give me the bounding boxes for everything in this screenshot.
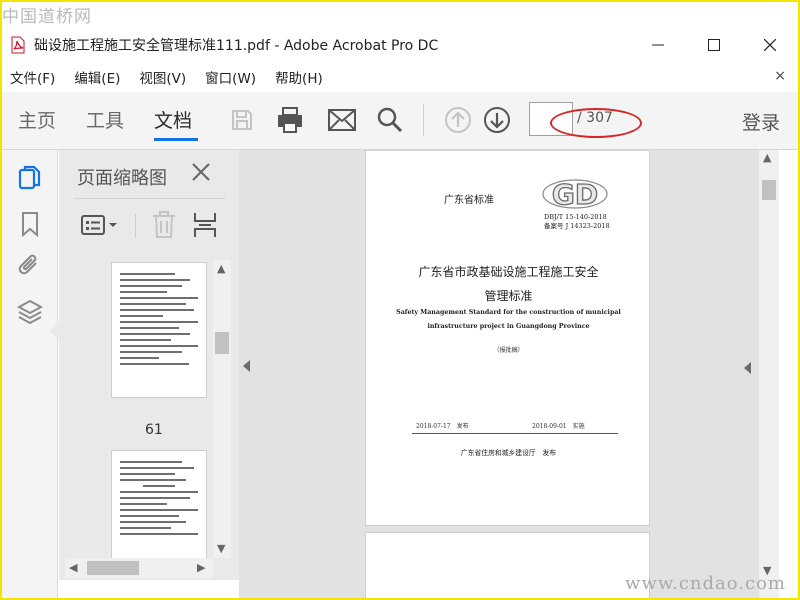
scroll-up-icon[interactable]: ▲ [763,151,771,164]
app-window: 中国道桥网 础设施工程施工安全管理标准111.pdf - Adobe Acrob… [2,2,798,598]
close-icon [192,163,210,181]
collapse-left-panel-icon[interactable] [243,360,250,372]
search-icon [377,107,403,133]
scroll-left-icon[interactable]: ◀ [69,561,77,574]
bookmarks-button[interactable] [16,210,44,238]
scroll-thumb[interactable] [762,180,776,200]
pdf-file-icon [10,36,26,54]
scroll-thumb[interactable] [215,332,229,354]
tab-tools[interactable]: 工具 [86,106,124,133]
next-page-button[interactable] [479,103,515,137]
email-button[interactable] [324,103,360,137]
print-button[interactable] [272,103,308,137]
page-thumbnails-button[interactable] [16,164,44,192]
english-title-line-2: infrastructure project in Guangdong Prov… [427,323,590,330]
find-button[interactable] [372,103,408,137]
active-panel-notch [50,322,59,340]
attachments-button[interactable] [16,252,44,280]
standard-code: DBJ/T 15-140-2018 备案号 J 14323-2018 [544,213,610,231]
publisher: 广东省住房和城乡建设厅 发布 [460,449,557,457]
thumbnail-panel: 页面缩略图 61 ▲ ▼ ◀ ▶ [59,150,239,580]
menu-close-button[interactable]: × [774,68,786,84]
insert-pages-button[interactable] [193,212,217,238]
close-panel-button[interactable] [191,162,211,186]
document-title-line-1: 广东省市政基础设施工程施工安全 [418,265,599,279]
window-title: 础设施工程施工安全管理标准111.pdf - Adobe Acrobat Pro… [34,38,439,54]
delete-pages-button[interactable] [151,211,177,238]
scroll-up-icon[interactable]: ▲ [217,262,225,275]
layers-icon [17,299,43,325]
collapse-right-panel-icon[interactable] [744,362,751,374]
thumbnail-vertical-scrollbar[interactable]: ▲ ▼ [213,260,231,558]
print-icon [278,107,302,133]
thumbnail-list [65,260,215,560]
save-button[interactable] [224,103,260,137]
arrow-down-icon [484,107,510,133]
minimize-button[interactable] [630,28,686,62]
options-menu-icon [81,215,117,235]
close-window-button[interactable] [742,28,798,62]
paperclip-icon [18,254,37,275]
highlight-ellipse [550,108,642,138]
main-toolbar: 主页 工具 文档 / 307 登录 [2,92,798,150]
maximize-button[interactable] [686,28,742,62]
effective-date: 2018-09-01 实施 [532,423,585,430]
scroll-right-icon[interactable]: ▶ [197,561,205,574]
thumbnail-page-number: 61 [145,422,163,438]
menu-help[interactable]: 帮助(H) [275,67,323,87]
layers-button[interactable] [16,298,44,326]
document-view: 广东省标准 GD DBJ/T 15-140-2018 备案号 J 14323-2… [239,150,779,598]
thumbnail-options-button[interactable] [81,212,119,238]
trash-icon [153,211,175,238]
left-rail [2,150,59,598]
watermark-bottom: www.cndao.com [625,573,786,594]
menu-file[interactable]: 文件(F) [10,67,55,87]
menu-edit[interactable]: 编辑(E) [74,67,120,87]
arrow-up-icon [445,107,471,133]
window-controls [630,28,798,62]
previous-page-button[interactable] [440,103,476,137]
save-icon [232,110,252,130]
menu-view[interactable]: 视图(V) [139,67,186,87]
document-vertical-scrollbar[interactable]: ▲ ▼ [759,150,779,598]
close-icon [764,39,776,51]
thumbnail-horizontal-scrollbar[interactable]: ◀ ▶ [65,558,213,578]
mail-icon [328,109,356,131]
toolbar-separator [423,104,424,136]
watermark-top: 中国道桥网 [2,7,92,27]
title-bar: 础设施工程施工安全管理标准111.pdf - Adobe Acrobat Pro… [2,28,798,62]
sign-in-button[interactable]: 登录 [742,108,780,135]
scroll-down-icon[interactable]: ▼ [217,542,225,555]
page-rule [412,433,618,434]
maximize-icon [708,39,720,51]
english-title-line-1: Safety Management Standard for the const… [396,309,621,316]
draft-label: （报批稿） [493,347,524,354]
tab-document[interactable]: 文档 [154,106,192,133]
panel-tool-separator [135,214,136,238]
panel-title: 页面缩略图 [77,168,167,189]
tab-home[interactable]: 主页 [18,106,56,133]
standard-code-line: DBJ/T 15-140-2018 [544,213,607,221]
pages-icon [18,165,41,190]
thumbnail-page-62[interactable] [111,450,207,560]
gd-logo: GD [542,177,608,215]
svg-text:GD: GD [552,178,598,211]
menu-bar: 文件(F) 编辑(E) 视图(V) 窗口(W) 帮助(H) × [2,66,798,88]
bookmark-icon [22,212,38,237]
minimize-icon [652,44,664,46]
thumbnail-page-61[interactable] [111,262,207,398]
scroll-thumb[interactable] [87,561,139,575]
insert-pages-icon [194,213,216,237]
document-title-line-2: 管理标准 [484,289,533,303]
pdf-page-next [365,532,650,598]
issue-date: 2018-07-17 发布 [416,423,469,430]
record-number-line: 备案号 J 14323-2018 [544,222,610,230]
standard-label: 广东省标准 [444,195,494,206]
panel-divider [75,198,225,199]
active-tab-indicator [154,138,198,141]
pdf-page: 广东省标准 GD DBJ/T 15-140-2018 备案号 J 14323-2… [365,150,650,526]
menu-window[interactable]: 窗口(W) [205,67,256,87]
